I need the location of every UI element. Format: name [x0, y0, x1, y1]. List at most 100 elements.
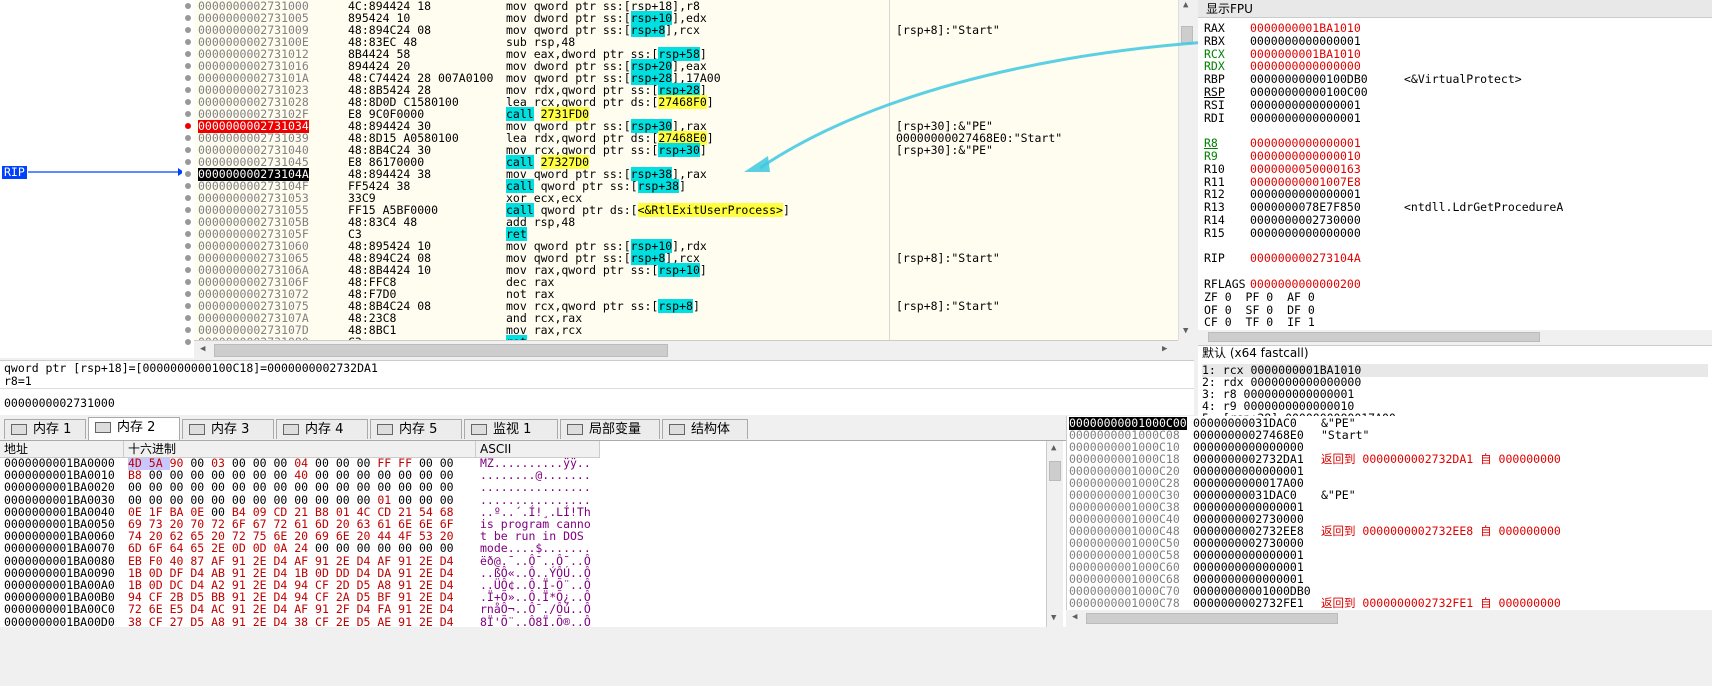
instruction-token: rsp+38 — [637, 179, 680, 193]
scroll-down-icon[interactable]: ▼ — [1051, 613, 1056, 623]
registers-horizontal-scrollbar[interactable] — [1198, 330, 1712, 344]
register-value[interactable]: 000000000273104A — [1250, 252, 1361, 265]
stack-value[interactable]: 0000000002732FE1 — [1193, 597, 1304, 610]
instruction-token: ],rcx — [665, 23, 700, 37]
call-convention-title[interactable]: 默认 (x64 fastcall) — [1202, 347, 1309, 360]
call-convention-panel[interactable]: 默认 (x64 fastcall) 1: rcx 0000000001BA101… — [1198, 345, 1712, 416]
tab-label: 局部变量 — [589, 422, 642, 437]
breakpoint-dot-icon[interactable] — [185, 51, 191, 57]
instruction-token: ] — [706, 95, 714, 109]
breakpoint-dot-icon[interactable] — [185, 99, 191, 105]
register-row[interactable]: RDI 0000000000000001 — [1198, 111, 1712, 125]
tab-label: 结构体 — [691, 422, 731, 437]
memory-icon — [377, 424, 393, 435]
register-value[interactable]: 0000000000000001 — [1250, 34, 1361, 48]
breakpoint-dot-icon[interactable] — [185, 327, 191, 333]
bottom-tabbar: 内存 1 内存 2 内存 3 内存 4 内存 5 监视 1 局部变量 结构体 — [0, 416, 1066, 441]
stack-horizontal-scrollbar[interactable]: ◀ — [1066, 610, 1712, 686]
breakpoint-dot-icon[interactable] — [185, 135, 191, 141]
scroll-up-icon[interactable]: ▲ — [1051, 443, 1056, 453]
scroll-thumb[interactable] — [1086, 613, 1338, 624]
instruction-token: ] — [706, 131, 714, 145]
scroll-thumb[interactable] — [1049, 461, 1061, 481]
scroll-up-icon[interactable]: ▲ — [1183, 0, 1188, 10]
instruction-token: ] — [692, 299, 700, 313]
breakpoint-dot-icon[interactable] — [185, 207, 191, 213]
breakpoint-dot-icon[interactable] — [185, 303, 191, 309]
tab-memory-3[interactable]: 内存 3 — [182, 419, 274, 439]
tab-memory-1[interactable]: 内存 1 — [4, 419, 86, 439]
memory-icon — [283, 424, 299, 435]
tab-label: 内存 3 — [211, 422, 250, 437]
breakpoint-dot-icon[interactable] — [185, 159, 191, 165]
dump-col-hex[interactable]: 十六进制 — [124, 441, 476, 457]
breakpoint-dot-icon[interactable] — [185, 3, 191, 9]
breakpoint-dot-icon[interactable] — [185, 219, 191, 225]
stack-comment: 返回到 0000000002732FE1 自 000000000 — [1321, 596, 1561, 610]
breakpoint-dot-icon[interactable] — [185, 27, 191, 33]
register-row[interactable]: CF 0 TF 0 IF 1 — [1198, 316, 1712, 329]
disassembly-horizontal-scrollbar[interactable]: ◀ ▶ — [194, 340, 1178, 359]
breakpoint-dot-icon[interactable] — [185, 87, 191, 93]
instruction-token: rsp+10 — [658, 263, 700, 277]
register-value[interactable]: 0000000000000001 — [1250, 98, 1361, 112]
tab-label: 内存 1 — [33, 422, 72, 437]
scroll-down-icon[interactable]: ▼ — [1183, 326, 1188, 336]
breakpoint-dot-icon[interactable] — [185, 279, 191, 285]
breakpoint-dot-icon[interactable] — [185, 75, 191, 81]
dump-vertical-scrollbar[interactable]: ▲ ▼ — [1046, 441, 1063, 627]
breakpoint-dot-icon[interactable] — [185, 15, 191, 21]
tab-struct[interactable]: 结构体 — [662, 419, 748, 439]
register-row[interactable]: ZF 0 PF 0 AF 0 — [1198, 290, 1712, 304]
register-value[interactable]: 0000000000000001 — [1250, 111, 1361, 125]
scroll-left-icon[interactable]: ◀ — [200, 344, 205, 354]
dump-col-ascii[interactable]: ASCII — [476, 441, 600, 457]
scroll-thumb[interactable] — [1181, 26, 1193, 44]
breakpoint-dot-icon[interactable] — [185, 231, 191, 237]
breakpoint-dot-icon[interactable] — [185, 267, 191, 273]
tab-memory-4[interactable]: 内存 4 — [276, 419, 368, 439]
register-comment: <&VirtualProtect> — [1404, 72, 1522, 87]
register-row[interactable]: R15 0000000000000000 — [1198, 226, 1712, 240]
register-row[interactable]: RBX 0000000000000001 — [1198, 34, 1712, 48]
register-row[interactable]: RSI 0000000000000001 — [1198, 98, 1712, 112]
tab-watch-1[interactable]: 监视 1 — [464, 419, 558, 439]
breakpoint-dot-icon[interactable] — [185, 147, 191, 153]
breakpoint-dot-icon[interactable] — [185, 111, 191, 117]
breakpoint-dot-icon[interactable] — [185, 339, 191, 345]
scroll-left-icon[interactable]: ◀ — [1072, 612, 1077, 622]
info-address: 0000000002731000 — [4, 396, 115, 410]
stack-view[interactable]: 00000000001000C00 00000000031DAC0 &"PE" 000… — [1066, 416, 1712, 626]
register-row[interactable]: RIP 000000000273104A — [1198, 252, 1712, 265]
bottom-filler — [0, 627, 1712, 686]
breakpoint-dot-icon[interactable] — [185, 291, 191, 297]
scroll-thumb[interactable] — [1208, 332, 1540, 342]
register-value[interactable]: 0000000000000000 — [1250, 226, 1361, 240]
breakpoint-dot-icon[interactable] — [185, 255, 191, 261]
breakpoint-dot-icon[interactable] — [185, 243, 191, 249]
breakpoint-dot-icon[interactable] — [185, 195, 191, 201]
breakpoint-dot-icon[interactable] — [185, 39, 191, 45]
memory-icon — [11, 424, 27, 435]
tab-locals[interactable]: 局部变量 — [560, 419, 660, 439]
scroll-right-icon[interactable]: ▶ — [1162, 344, 1167, 354]
stack-row[interactable]: 0000000001000C78 0000000002732FE1 返回到 0000… — [1067, 597, 1712, 610]
dump-col-address[interactable]: 地址 — [0, 441, 124, 457]
breakpoint-dot-icon[interactable] — [185, 183, 191, 189]
disassembly-vertical-scrollbar[interactable]: ▲ ▼ — [1178, 0, 1195, 340]
breakpoint-dot-icon[interactable] — [185, 315, 191, 321]
disassembly-view[interactable]: 0000000002731000 4C:894424 18 mov qword pt… — [194, 0, 1195, 340]
breakpoint-gutter[interactable] — [182, 0, 194, 358]
breakpoint-dot-icon[interactable] — [185, 171, 191, 177]
watch-icon — [471, 424, 487, 435]
show-fpu-toggle[interactable]: 显示FPU — [1198, 0, 1712, 18]
tab-memory-2[interactable]: 内存 2 — [88, 417, 180, 440]
register-value[interactable]: 0000000050000163 — [1250, 162, 1361, 176]
breakpoint-dot-icon[interactable] — [185, 123, 191, 129]
breakpoint-dot-icon[interactable] — [185, 63, 191, 69]
scroll-thumb[interactable] — [214, 344, 668, 357]
tab-memory-5[interactable]: 内存 5 — [370, 419, 462, 439]
register-row[interactable]: R10 0000000050000163 — [1198, 162, 1712, 176]
tab-label: 内存 4 — [305, 422, 344, 437]
registers-panel[interactable]: RAX 0000000001BA1010 RBX 0000000000000001 RC… — [1198, 0, 1712, 344]
